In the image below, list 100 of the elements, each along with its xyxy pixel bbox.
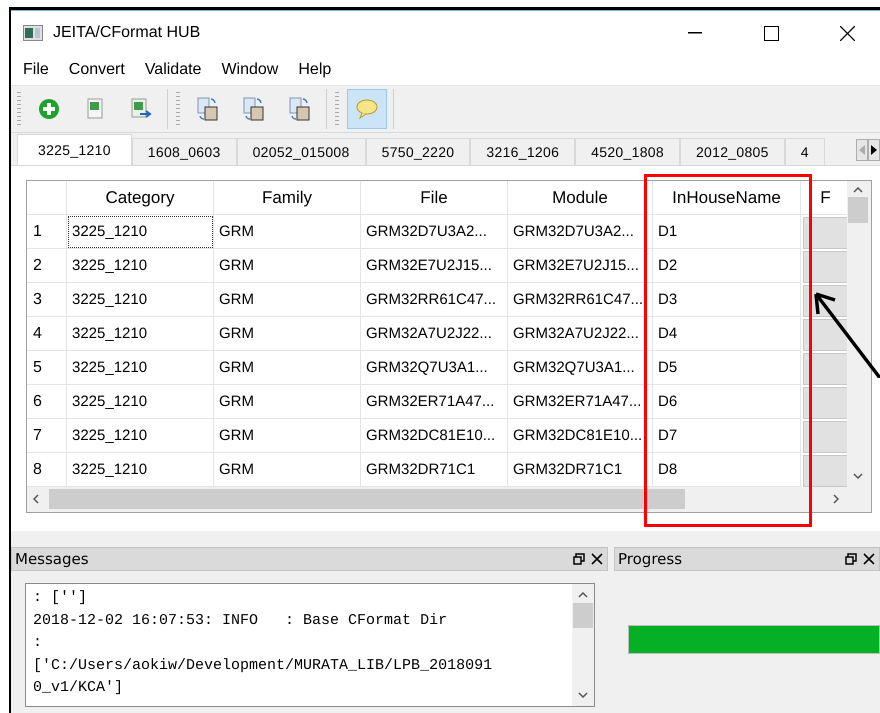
plus-icon — [38, 98, 60, 120]
scrollbar-thumb[interactable] — [573, 603, 593, 628]
table-cell: GRM32D7U3A2... — [361, 215, 508, 249]
table-cell: GRM — [214, 317, 361, 351]
table-cell: GRM32E7U2J15... — [508, 249, 653, 283]
table-cell: D3 — [653, 283, 801, 317]
table-cell: D5 — [653, 351, 801, 385]
table-cell: 3225_1210 — [67, 249, 214, 283]
log-text-area[interactable]: : [''] 2018-12-02 16:07:53: INFO : Base CFormat Dir : ['C:/Users/aokiw/Development/MURATA_LIB/LPB_2018091 0_v1/KCA'] — [25, 583, 595, 707]
cell-button[interactable] — [803, 387, 847, 419]
tab[interactable]: 5750_2220 — [366, 138, 470, 165]
left-triangle-icon — [859, 145, 865, 155]
right-triangle-icon — [871, 145, 877, 155]
down-chevron-icon — [578, 692, 588, 698]
table-cell: GRM32E7U2J15... — [361, 249, 508, 283]
document-convert-icon — [288, 97, 312, 121]
tab[interactable]: 3225_1210 — [17, 134, 132, 165]
app-icon — [23, 25, 43, 41]
column-header[interactable]: File — [361, 181, 508, 215]
table-cell: GRM32RR61C47... — [361, 283, 508, 317]
row-number: 4 — [27, 317, 67, 351]
table-cell: GRM — [214, 385, 361, 419]
close-icon[interactable] — [591, 553, 603, 565]
panel-title: Progress — [618, 550, 684, 568]
table-cell: GRM32Q7U3A1... — [508, 351, 653, 385]
table-cell: 3225_1210 — [67, 215, 214, 249]
row-number: 6 — [27, 385, 67, 419]
tab[interactable]: 3216_1206 — [470, 138, 576, 165]
table-cell: GRM — [214, 283, 361, 317]
scroll-right-button[interactable] — [868, 139, 880, 161]
menu-item[interactable]: Validate — [134, 61, 212, 79]
log-line: ['C:/Users/aokiw/Development/MURATA_LIB/LPB_2018091 — [33, 656, 494, 676]
table-cell: 3225_1210 — [67, 283, 214, 317]
cell-button[interactable] — [803, 455, 847, 487]
row-number: 1 — [27, 215, 67, 249]
table-cell: GRM32Q7U3A1... — [361, 351, 508, 385]
table-cell: GRM32ER71A47... — [508, 385, 653, 419]
vertical-scrollbar[interactable] — [572, 584, 594, 706]
table-cell: GRM — [214, 351, 361, 385]
spreadsheet-export-icon — [130, 98, 152, 120]
table-cell: 3225_1210 — [67, 385, 214, 419]
cell-button[interactable] — [803, 217, 847, 249]
speech-bubble-icon — [355, 98, 379, 120]
table-cell: GRM32DC81E10... — [361, 419, 508, 453]
table-cell: D7 — [653, 419, 801, 453]
row-number: 3 — [27, 283, 67, 317]
tab[interactable]: 4520_1808 — [575, 138, 680, 165]
log-line: : — [33, 633, 44, 653]
table-cell: GRM32DC81E10... — [508, 419, 653, 453]
right-chevron-icon — [833, 494, 839, 504]
tab[interactable]: 02052_015008 — [236, 138, 366, 165]
cell-button[interactable] — [803, 353, 847, 385]
close-icon[interactable] — [863, 553, 875, 565]
column-header[interactable]: Category — [67, 181, 214, 215]
table-cell: D2 — [653, 249, 801, 283]
table-cell: D4 — [653, 317, 801, 351]
tab[interactable]: 4 — [784, 138, 825, 165]
table-cell: D1 — [653, 215, 801, 249]
table-cell: GRM32A7U2J22... — [361, 317, 508, 351]
table-cell: GRM32RR61C47... — [508, 283, 653, 317]
window-title: JEITA/CFormat HUB — [53, 24, 202, 42]
cell-button[interactable] — [803, 421, 847, 453]
document-convert-icon — [242, 97, 266, 121]
log-line: : [''] — [33, 588, 88, 608]
tab[interactable]: 1608_0603 — [132, 138, 237, 165]
scrollbar-thumb[interactable] — [49, 489, 685, 509]
column-header[interactable]: InHouseName — [653, 181, 801, 215]
log-line: 0_v1/KCA'] — [33, 678, 124, 698]
scrollbar-thumb[interactable] — [848, 197, 868, 223]
table-cell: 3225_1210 — [67, 419, 214, 453]
menu-item[interactable]: Help — [288, 61, 342, 79]
close-icon — [840, 26, 854, 40]
cell-button[interactable] — [803, 251, 847, 283]
column-header[interactable]: Module — [508, 181, 653, 215]
spreadsheet-icon — [85, 98, 105, 120]
tab[interactable]: 2012_0805 — [680, 138, 785, 165]
float-icon[interactable] — [845, 553, 857, 565]
menu-item[interactable]: File — [13, 61, 59, 79]
row-number: 2 — [27, 249, 67, 283]
document-convert-icon — [196, 97, 220, 121]
up-chevron-icon — [578, 592, 588, 598]
row-number: 7 — [27, 419, 67, 453]
table-cell: 3225_1210 — [67, 317, 214, 351]
float-icon[interactable] — [573, 553, 585, 565]
menu-item[interactable]: Window — [211, 61, 288, 79]
panel-title: Messages — [15, 550, 90, 568]
table-cell: GRM32ER71A47... — [361, 385, 508, 419]
minimize-icon — [688, 32, 702, 34]
table-cell: 3225_1210 — [67, 351, 214, 385]
row-number: 5 — [27, 351, 67, 385]
table-cell: GRM32A7U2J22... — [508, 317, 653, 351]
table-cell: D6 — [653, 385, 801, 419]
table-cell: GRM — [214, 249, 361, 283]
menu-item[interactable]: Convert — [58, 61, 135, 79]
left-chevron-icon — [33, 494, 39, 504]
down-chevron-icon — [853, 473, 863, 479]
log-line: 2018-12-02 16:07:53: INFO : Base CFormat Dir — [33, 610, 448, 630]
column-header[interactable]: Family — [214, 181, 361, 215]
table-cell: GRM — [214, 215, 361, 249]
table-cell: GRM32D7U3A2... — [508, 215, 653, 249]
